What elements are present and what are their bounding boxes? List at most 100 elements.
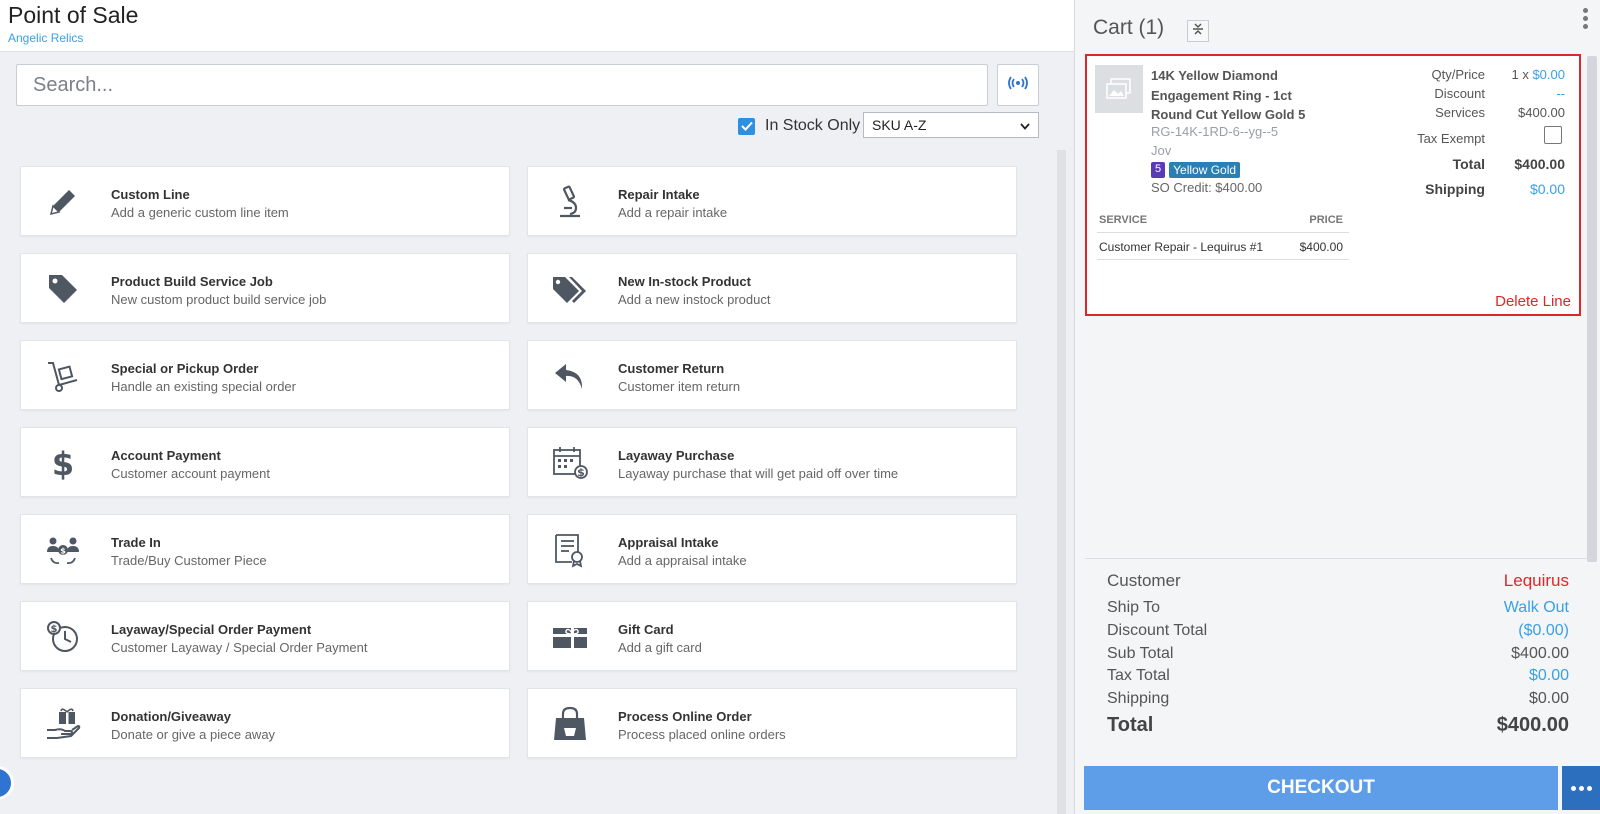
- checkout-button[interactable]: CHECKOUT: [1084, 766, 1558, 810]
- sub-total-value: $400.00: [1511, 645, 1569, 662]
- product-name: 14K Yellow Diamond Engagement Ring - 1ct…: [1151, 68, 1306, 122]
- ship-to-link[interactable]: Walk Out: [1504, 599, 1569, 617]
- action-description: Process placed online orders: [618, 727, 786, 742]
- action-tile-custom-line[interactable]: Custom Line Add a generic custom line ite…: [20, 166, 510, 236]
- in-stock-filter[interactable]: In Stock Only: [738, 117, 860, 135]
- scan-button[interactable]: [997, 64, 1039, 106]
- discount-label: Discount: [1434, 86, 1485, 101]
- discount-total-link[interactable]: ($0.00): [1518, 622, 1569, 640]
- qty-price-value[interactable]: 1 x $0.00: [1497, 67, 1565, 82]
- action-title: Special or Pickup Order: [111, 361, 259, 376]
- dollar-icon: $: [43, 443, 83, 483]
- store-name-link[interactable]: Angelic Relics: [8, 31, 83, 45]
- cart-line-item: 14K Yellow Diamond Engagement Ring - 1ct…: [1085, 54, 1581, 316]
- action-tile-layaway-special-order-payment[interactable]: $ Layaway/Special Order Payment Customer L…: [20, 601, 510, 671]
- service-table-header: SERVICE PRICE: [1099, 214, 1347, 226]
- action-tile-appraisal-intake[interactable]: Appraisal Intake Add a appraisal intake: [527, 514, 1017, 584]
- shipping-value: $0.00: [1528, 690, 1569, 707]
- trade-exchange-icon: $: [43, 530, 83, 570]
- action-tile-trade-in[interactable]: $ Trade In Trade/Buy Customer Piece: [20, 514, 510, 584]
- cart-scrollbar[interactable]: [1587, 56, 1597, 562]
- qty-value: 1 x: [1511, 67, 1529, 82]
- services-label: Services: [1435, 105, 1485, 120]
- cart-panel: Cart (1) 14K Yellow Diamond Engagement R…: [1074, 0, 1600, 814]
- service-price: $400.00: [1299, 240, 1343, 254]
- action-tile-special-or-pickup-order[interactable]: Special or Pickup Order Handle an existin…: [20, 340, 510, 410]
- action-description: Donate or give a piece away: [111, 727, 276, 742]
- action-tile-donation-giveaway[interactable]: Donation/Giveaway Donate or give a piece …: [20, 688, 510, 758]
- item-total-value: $400.00: [1514, 156, 1565, 172]
- grand-total-label: Total: [1107, 714, 1154, 736]
- collapse-icon: [1192, 22, 1204, 41]
- action-title: Account Payment: [111, 448, 221, 463]
- action-tile-account-payment[interactable]: $ Account Payment Customer account payment: [20, 427, 510, 497]
- action-description: New custom product build service job: [111, 292, 327, 307]
- action-description: Customer item return: [618, 379, 741, 394]
- cart-menu-icon[interactable]: [1581, 8, 1589, 34]
- tax-total-link[interactable]: $0.00: [1529, 667, 1569, 685]
- action-tile-customer-return[interactable]: Customer Return Customer item return: [527, 340, 1017, 410]
- action-tile-process-online-order[interactable]: Process Online Order Process placed onlin…: [527, 688, 1017, 758]
- clock-dollar-icon: $: [43, 617, 83, 657]
- page-header: Point of Sale Angelic Relics: [0, 0, 1074, 52]
- ship-to-label: Ship To: [1107, 599, 1161, 616]
- item-total-label: Total: [1452, 156, 1485, 172]
- certificate-icon: [550, 530, 590, 570]
- shipping-label: Shipping: [1107, 690, 1170, 707]
- checkout-more-icon[interactable]: [1562, 766, 1600, 810]
- action-title: Repair Intake: [618, 187, 700, 202]
- hand-truck-icon: [43, 356, 83, 396]
- service-column-header: SERVICE: [1099, 214, 1148, 226]
- item-shipping-label: Shipping: [1425, 181, 1485, 197]
- service-row[interactable]: Customer Repair - Lequirus #1 $400.00: [1099, 240, 1347, 254]
- action-title: Gift Card: [618, 622, 674, 637]
- product-image-placeholder-icon: [1095, 65, 1143, 113]
- product-vendor: Jov: [1151, 143, 1172, 158]
- chevron-down-icon: [1020, 117, 1030, 133]
- search-input[interactable]: [17, 65, 987, 105]
- action-tile-layaway-purchase[interactable]: $ Layaway Purchase Layaway purchase that w…: [527, 427, 1017, 497]
- tax-exempt-checkbox[interactable]: [1544, 126, 1562, 144]
- page-title: Point of Sale: [8, 2, 139, 28]
- action-title: Customer Return: [618, 361, 725, 376]
- customer-label: Customer: [1107, 571, 1181, 590]
- action-description: Add a generic custom line item: [111, 205, 289, 220]
- action-description: Add a repair intake: [618, 205, 728, 220]
- action-description: Layaway purchase that will get paid off …: [618, 466, 899, 481]
- sort-select-value: SKU A-Z: [872, 117, 927, 133]
- action-description: Add a appraisal intake: [618, 553, 747, 568]
- services-value: $400.00: [1518, 105, 1565, 120]
- action-title: New In-stock Product: [618, 274, 751, 289]
- action-title: Appraisal Intake: [618, 535, 719, 550]
- collapse-button[interactable]: [1187, 20, 1209, 42]
- price-value[interactable]: $0.00: [1532, 67, 1565, 82]
- action-title: Product Build Service Job: [111, 274, 273, 289]
- action-description: Add a gift card: [618, 640, 702, 655]
- tag-icon: [43, 269, 83, 309]
- action-title: Custom Line: [111, 187, 190, 202]
- action-tile-gift-card[interactable]: Gift Card Add a gift card: [527, 601, 1017, 671]
- search-box[interactable]: [16, 64, 988, 106]
- delete-line-button[interactable]: Delete Line: [1495, 293, 1571, 310]
- in-stock-checkbox[interactable]: [738, 117, 755, 135]
- product-sku: RG-14K-1RD-6--yg--5: [1151, 124, 1279, 139]
- discount-value[interactable]: --: [1497, 86, 1565, 101]
- tax-total-label: Tax Total: [1107, 667, 1170, 684]
- action-tile-new-in-stock-product[interactable]: New In-stock Product Add a new instock pr…: [527, 253, 1017, 323]
- actions-scrollbar[interactable]: [1057, 150, 1066, 814]
- so-credit: SO Credit: $400.00: [1151, 180, 1263, 195]
- svg-text:$: $: [577, 466, 585, 479]
- customer-link[interactable]: Lequirus: [1504, 571, 1569, 591]
- action-description: Customer account payment: [111, 466, 270, 481]
- action-tile-product-build-service-job[interactable]: Product Build Service Job New custom prod…: [20, 253, 510, 323]
- sort-select[interactable]: SKU A-Z: [863, 112, 1039, 138]
- action-title: Process Online Order: [618, 709, 752, 724]
- action-description: Add a new instock product: [618, 292, 771, 307]
- help-chat-icon[interactable]: [0, 766, 14, 800]
- item-shipping-value[interactable]: $0.00: [1487, 181, 1565, 197]
- gift-card-icon: [550, 617, 590, 657]
- action-tile-repair-intake[interactable]: Repair Intake Add a repair intake: [527, 166, 1017, 236]
- qty-price-label: Qty/Price: [1431, 67, 1485, 82]
- discount-total-label: Discount Total: [1107, 622, 1208, 639]
- action-title: Donation/Giveaway: [111, 709, 231, 724]
